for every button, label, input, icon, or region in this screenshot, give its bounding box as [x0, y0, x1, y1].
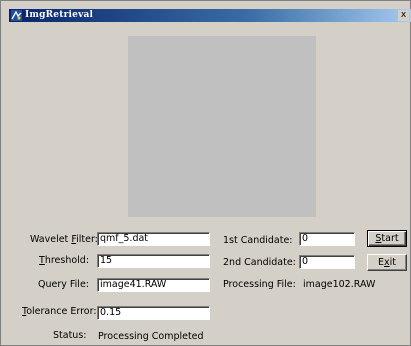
title-bar[interactable]: ImgRetrieval x [9, 9, 411, 22]
tolerance-error-label: Tolerance Error: [22, 306, 97, 318]
candidate1-label: 1st Candidate: [223, 235, 293, 246]
threshold-label-post: hreshold: [44, 255, 90, 266]
status-label: Status: [53, 330, 87, 341]
exit-button[interactable]: Exit [367, 254, 407, 271]
processing-file-value: image102.RAW [303, 279, 376, 290]
processing-file-label: Processing File: [223, 279, 296, 290]
candidate1-field[interactable]: 0 [299, 232, 355, 246]
threshold-label: Threshold: [39, 255, 89, 267]
tolerance-error-field[interactable]: 0.15 [97, 306, 210, 320]
app-icon [11, 10, 22, 21]
window-title: ImgRetrieval [25, 10, 94, 20]
candidate2-label: 2nd Candidate: [223, 257, 296, 268]
candidate2-field[interactable]: 0 [299, 255, 355, 269]
wavelet-filter-label: Wavelet Filter: [30, 234, 98, 246]
close-icon[interactable]: x [398, 10, 409, 21]
query-file-field[interactable]: image41.RAW [97, 278, 210, 292]
image-preview [128, 36, 316, 217]
query-file-label: Query File: [38, 279, 89, 290]
start-button[interactable]: Start [367, 230, 407, 247]
wavelet-filter-field[interactable]: qmf_5.dat [97, 232, 210, 246]
tolerance-error-label-post: olerance Error: [26, 306, 97, 317]
wavelet-filter-label-pre: Wavelet [30, 234, 72, 245]
start-button-post: tart [381, 233, 399, 244]
exit-button-post: it [389, 257, 396, 268]
threshold-field[interactable]: 15 [97, 254, 210, 268]
wavelet-filter-label-post: ilter: [76, 234, 98, 245]
status-value: Processing Completed [98, 331, 204, 342]
app-window: ImgRetrieval x Wavelet Filter: qmf_5.dat… [0, 0, 411, 346]
